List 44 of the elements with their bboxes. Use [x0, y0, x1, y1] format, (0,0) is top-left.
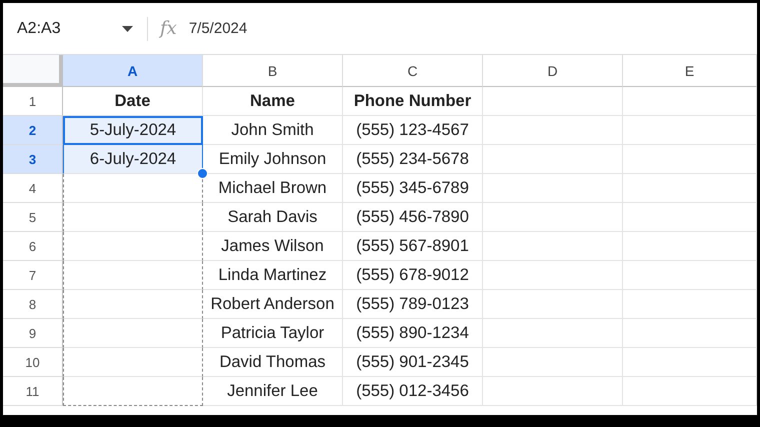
table-cell: Patricia Taylor	[203, 319, 343, 348]
table-cell: Michael Brown	[203, 174, 343, 203]
table-cell: Jennifer Lee	[203, 377, 343, 406]
table-cell: (555) 567-8901	[343, 232, 483, 261]
column-title: Name	[203, 87, 343, 116]
table-cell: (555) 123-4567	[343, 116, 483, 145]
table-cell: (555) 234-5678	[343, 145, 483, 174]
row-header[interactable]: 9	[3, 319, 63, 348]
column-header[interactable]: E	[623, 55, 757, 87]
table-cell: (555) 901-2345	[343, 348, 483, 377]
row-header[interactable]: 8	[3, 290, 63, 319]
row-header[interactable]: 3	[3, 145, 63, 174]
column-header[interactable]: B	[203, 55, 343, 87]
table-cell: (555) 678-9012	[343, 261, 483, 290]
row-header[interactable]: 2	[3, 116, 63, 145]
function-label: fx	[160, 18, 177, 39]
table-cell: 5-July-2024	[63, 116, 203, 145]
row-header[interactable]: 5	[3, 203, 63, 232]
formula-input[interactable]: 7/5/2024	[188, 20, 248, 37]
row-header[interactable]: 10	[3, 348, 63, 377]
table-cell: Robert Anderson	[203, 290, 343, 319]
table-cell: (555) 456-7890	[343, 203, 483, 232]
dropdown-caret-icon	[122, 26, 133, 32]
column-header[interactable]: A	[63, 55, 203, 87]
table-cell: John Smith	[203, 116, 343, 145]
column-header[interactable]: C	[343, 55, 483, 87]
table-cell: (555) 789-0123	[343, 290, 483, 319]
table-cell: (555) 345-6789	[343, 174, 483, 203]
fill-handle[interactable]	[197, 168, 208, 179]
name-box[interactable]: A2:A3	[17, 14, 147, 44]
row-header[interactable]: 6	[3, 232, 63, 261]
column-header[interactable]: D	[483, 55, 623, 87]
column-title: Date	[63, 87, 203, 116]
table-cell: (555) 012-3456	[343, 377, 483, 406]
table-cell: James Wilson	[203, 232, 343, 261]
row-header[interactable]: 7	[3, 261, 63, 290]
row-header[interactable]: 11	[3, 377, 63, 406]
table-cell: (555) 890-1234	[343, 319, 483, 348]
column-title: Phone Number	[343, 87, 483, 116]
table-cell: Linda Martinez	[203, 261, 343, 290]
table-cell: Sarah Davis	[203, 203, 343, 232]
row-header[interactable]: 1	[3, 87, 63, 116]
table-cell: David Thomas	[203, 348, 343, 377]
row-header[interactable]: 4	[3, 174, 63, 203]
